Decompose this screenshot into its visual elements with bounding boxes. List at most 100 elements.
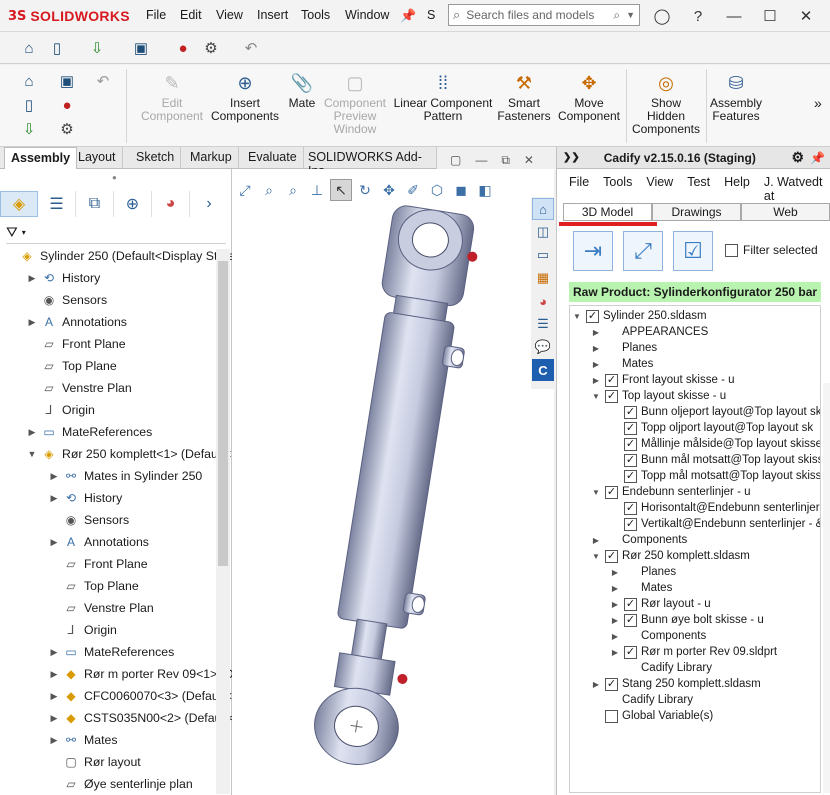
- feature-tree-row[interactable]: ◉ Sensors: [48, 509, 129, 531]
- feature-tree-row[interactable]: ⅃ Origin: [26, 399, 95, 421]
- ribbon-overflow-icon[interactable]: »: [814, 95, 822, 111]
- expand-toggle-icon[interactable]: ▶: [610, 584, 620, 593]
- cadify-tree-row[interactable]: ▶ ✓ Front layout skisse - u: [591, 372, 734, 388]
- menu-window[interactable]: Window: [345, 8, 389, 22]
- filter-bar[interactable]: ⛛ ▾: [6, 222, 226, 244]
- feature-tree-row[interactable]: ▱ Front Plane: [26, 333, 125, 355]
- tab-drawings[interactable]: Drawings: [652, 203, 741, 221]
- tree-checkbox[interactable]: ✓: [624, 437, 637, 451]
- cadify-tree-row[interactable]: ▶ Planes: [610, 564, 676, 580]
- expand-toggle-icon[interactable]: ▶: [26, 427, 38, 438]
- cadify-tree-row[interactable]: Cadify Library: [610, 660, 712, 676]
- cadify-tree-row[interactable]: ▶ Mates: [591, 356, 653, 372]
- cadify-menu-help[interactable]: Help: [724, 175, 750, 203]
- cadify-scrollbar[interactable]: [823, 383, 830, 793]
- open-icon[interactable]: ⇩: [86, 38, 108, 58]
- feature-tree-row[interactable]: ▱ Øye senterlinje plan: [48, 773, 192, 795]
- expand-toggle-icon[interactable]: ▶: [591, 328, 601, 337]
- solidworks-logo[interactable]: 3S SOLIDWORKS: [8, 6, 130, 26]
- expand-toggle-icon[interactable]: ▼: [591, 392, 601, 401]
- cadify-icon[interactable]: C: [532, 359, 554, 381]
- feature-tree-row[interactable]: ⅃ Origin: [48, 619, 117, 641]
- mate-button[interactable]: 📎 Mate: [284, 71, 320, 110]
- collapse-panel-icon[interactable]: ❯❯: [563, 152, 580, 163]
- undo-icon[interactable]: ↶: [240, 38, 262, 58]
- search-input[interactable]: Search files and models: [466, 8, 594, 22]
- menu-tools[interactable]: Tools: [301, 8, 330, 22]
- gear-icon[interactable]: ⚙: [791, 149, 804, 166]
- tile-view-icon[interactable]: ⧉: [501, 153, 510, 168]
- checklist-icon[interactable]: ☑: [673, 231, 713, 271]
- tree-checkbox[interactable]: [605, 709, 618, 723]
- cadify-menu-user[interactable]: J. Watvedt at: [764, 175, 830, 203]
- smart-fasteners-button[interactable]: ⚒ Smart Fasteners: [496, 71, 552, 123]
- appearances-icon[interactable]: ◕: [532, 290, 554, 312]
- filter-icon[interactable]: ⛛: [6, 224, 18, 241]
- expand-toggle-icon[interactable]: ▶: [591, 536, 601, 545]
- home-icon[interactable]: ⌂: [532, 198, 554, 220]
- filter-selected-toggle[interactable]: Filter selected: [725, 243, 818, 257]
- cadify-tree-row[interactable]: ▶ Mates: [610, 580, 672, 596]
- tab-assembly[interactable]: Assembly: [4, 147, 78, 169]
- expand-toggle-icon[interactable]: ▶: [591, 376, 601, 385]
- cadify-tree-row[interactable]: ▼ ✓ Endebunn senterlinjer - u: [591, 484, 751, 500]
- feature-tree-row[interactable]: ▱ Venstre Plan: [26, 377, 131, 399]
- search-box[interactable]: ⌕ Search files and models ⌕ ▼: [448, 4, 640, 26]
- minimize-view-icon[interactable]: —: [475, 153, 487, 168]
- expand-toggle-icon[interactable]: ▶: [610, 648, 620, 657]
- chevron-down-icon[interactable]: ▼: [626, 10, 635, 20]
- cadify-tree-row[interactable]: ▶ ✓ Rør layout - u: [610, 596, 711, 612]
- feature-tree-row[interactable]: ▶ ⚯ Mates in Sylinder 250: [48, 465, 203, 487]
- feature-tree-row[interactable]: ◉ Sensors: [26, 289, 107, 311]
- feature-tree-row[interactable]: ▶ ◆ CSTS035N00<2> (Default<: [48, 707, 235, 729]
- feature-tree-row[interactable]: ▶ ⚯ Mates: [48, 729, 118, 751]
- show-hidden-components-button[interactable]: ◎ Show Hidden Components: [630, 71, 702, 136]
- tree-checkbox[interactable]: ✓: [605, 389, 618, 403]
- traffic-light-icon[interactable]: ●: [56, 95, 78, 115]
- restore-view-icon[interactable]: ▢: [450, 153, 461, 168]
- cadify-tree-row[interactable]: ✓ Topp oljport layout@Top layout sk: [610, 420, 813, 436]
- expand-toggle-icon[interactable]: ▼: [572, 312, 582, 321]
- expand-toggle-icon[interactable]: ▶: [48, 493, 60, 504]
- cadify-tree-row[interactable]: ▶ ✓ Rør m porter Rev 09.sldprt: [610, 644, 777, 660]
- cadify-tree-row[interactable]: ✓ Vertikalt@Endebunn senterlinjer - &: [610, 516, 820, 532]
- user-icon[interactable]: ◯: [650, 4, 674, 28]
- cadify-tree-row[interactable]: ✓ Bunn mål motsatt@Top layout skiss: [610, 452, 820, 468]
- insert-components-button[interactable]: ⊕ Insert Components: [208, 71, 282, 123]
- tab-layout[interactable]: Layout: [72, 147, 123, 169]
- close-button[interactable]: ✕: [794, 4, 818, 28]
- featuremanager-tab-icon[interactable]: ◈: [0, 191, 38, 217]
- chevron-right-icon[interactable]: ›: [190, 191, 228, 217]
- pin-icon[interactable]: 📌: [810, 151, 825, 165]
- feature-tree-row[interactable]: ▼ ◈ Rør 250 komplett<1> (Default<: [26, 443, 232, 465]
- tree-checkbox[interactable]: ✓: [624, 645, 637, 659]
- expand-toggle-icon[interactable]: ▼: [591, 488, 601, 497]
- expand-toggle-icon[interactable]: ▶: [26, 317, 38, 328]
- hydraulic-cylinder-model[interactable]: [232, 189, 554, 795]
- gear-icon[interactable]: ⚙: [56, 119, 78, 139]
- expand-toggle-icon[interactable]: ▶: [610, 600, 620, 609]
- expand-toggle-icon[interactable]: ▶: [48, 647, 60, 658]
- assembly-features-button[interactable]: ⛁ Assembly Features: [708, 71, 764, 123]
- forum-icon[interactable]: 💬: [532, 336, 554, 358]
- tree-checkbox[interactable]: ✓: [586, 309, 599, 323]
- file-explorer-icon[interactable]: ▭: [532, 244, 554, 266]
- expand-toggle-icon[interactable]: ▼: [26, 449, 38, 459]
- feature-tree-row[interactable]: ▢ Rør layout: [48, 751, 140, 773]
- feature-tree-row[interactable]: ◈ Sylinder 250 (Default<Display State: [4, 245, 234, 267]
- new-document-icon[interactable]: ▯: [46, 38, 68, 58]
- cadify-menu-test[interactable]: Test: [687, 175, 710, 203]
- move-component-button[interactable]: ✥ Move Component: [556, 71, 622, 123]
- feature-tree-row[interactable]: ▶ ▭ MateReferences: [26, 421, 153, 443]
- propertymanager-tab-icon[interactable]: ☰: [38, 191, 76, 217]
- search-glass-icon[interactable]: ⌕: [613, 8, 620, 23]
- tab-web[interactable]: Web: [741, 203, 830, 221]
- tree-checkbox[interactable]: ✓: [624, 421, 637, 435]
- feature-tree-row[interactable]: ▶ ◆ CFC0060070<3> (Default<: [48, 685, 232, 707]
- menu-edit[interactable]: Edit: [180, 8, 202, 22]
- configurationmanager-tab-icon[interactable]: ⧉: [76, 191, 114, 217]
- tree-checkbox[interactable]: ✓: [624, 453, 637, 467]
- tree-checkbox[interactable]: ✓: [605, 485, 618, 499]
- save-icon[interactable]: ▣: [56, 71, 78, 91]
- tree-checkbox[interactable]: ✓: [605, 373, 618, 387]
